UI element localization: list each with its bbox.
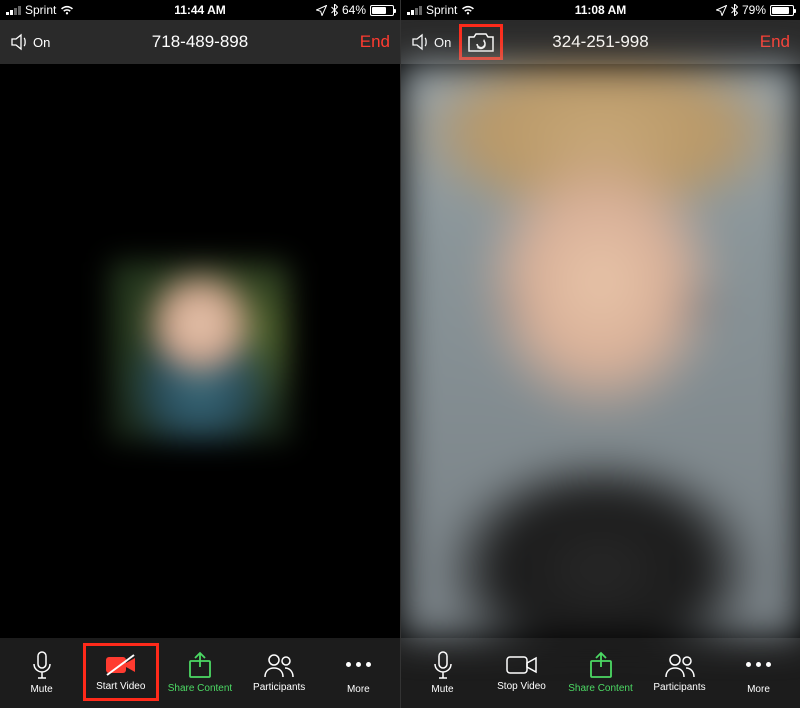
speaker-button[interactable]: On: [10, 33, 50, 51]
speaker-label: On: [33, 35, 50, 50]
meeting-id: 324-251-998: [552, 32, 648, 52]
video-icon: [505, 653, 539, 677]
video-label: Stop Video: [497, 681, 546, 692]
location-icon: [716, 5, 727, 16]
speaker-icon: [411, 33, 431, 51]
participants-icon: [262, 652, 296, 678]
mute-button[interactable]: Mute: [4, 643, 80, 701]
battery-icon: [770, 5, 794, 16]
toolbar: Mute Start Video Share Content Participa…: [0, 638, 400, 708]
battery-fill: [772, 7, 789, 14]
toolbar: Mute Stop Video Share Content Participan…: [401, 638, 800, 708]
more-button[interactable]: More: [320, 643, 396, 701]
microphone-icon: [29, 650, 55, 680]
status-left: Sprint: [6, 3, 74, 17]
more-button[interactable]: More: [721, 643, 797, 701]
status-bar: Sprint 11:08 AM 79%: [401, 0, 800, 20]
clock: 11:44 AM: [174, 3, 226, 17]
status-right: 79%: [716, 3, 794, 17]
app-header: On 324-251-998 End: [401, 20, 800, 64]
battery-icon: [370, 5, 394, 16]
battery-pct: 64%: [342, 3, 366, 17]
participants-icon: [663, 652, 697, 678]
battery-fill: [372, 7, 386, 14]
share-icon: [588, 651, 614, 679]
start-video-button[interactable]: Start Video: [83, 643, 159, 701]
microphone-icon: [430, 650, 456, 680]
carrier-label: Sprint: [25, 3, 56, 17]
more-icon: [346, 650, 371, 680]
participants-label: Participants: [653, 682, 705, 693]
clock: 11:08 AM: [575, 3, 627, 17]
signal-icon: [6, 5, 21, 15]
location-icon: [316, 5, 327, 16]
end-button[interactable]: End: [360, 32, 390, 52]
battery-pct: 79%: [742, 3, 766, 17]
status-left: Sprint: [407, 3, 475, 17]
video-area[interactable]: [401, 64, 800, 638]
participants-button[interactable]: Participants: [241, 643, 317, 701]
flip-camera-icon: [466, 30, 496, 54]
more-label: More: [347, 684, 370, 695]
bluetooth-icon: [731, 4, 738, 16]
phone-left: Sprint 11:44 AM 64% On 718-489-898 End: [0, 0, 400, 708]
share-content-button[interactable]: Share Content: [162, 643, 238, 701]
mute-label: Mute: [431, 684, 453, 695]
app-header: On 718-489-898 End: [0, 20, 400, 64]
more-label: More: [747, 684, 770, 695]
share-content-button[interactable]: Share Content: [563, 643, 639, 701]
bluetooth-icon: [331, 4, 338, 16]
status-bar: Sprint 11:44 AM 64%: [0, 0, 400, 20]
participants-label: Participants: [253, 682, 305, 693]
participant-avatar: [110, 261, 290, 441]
status-right: 64%: [316, 3, 394, 17]
end-button[interactable]: End: [760, 32, 790, 52]
more-icon: [746, 650, 771, 680]
phone-right: Sprint 11:08 AM 79% On 324-251-998 End: [400, 0, 800, 708]
self-video-feed: [401, 64, 800, 638]
stop-video-button[interactable]: Stop Video: [484, 643, 560, 701]
flip-camera-button[interactable]: [459, 24, 503, 60]
video-area[interactable]: [0, 64, 400, 638]
carrier-label: Sprint: [426, 3, 457, 17]
meeting-id: 718-489-898: [152, 32, 248, 52]
video-label: Start Video: [96, 681, 145, 692]
wifi-icon: [60, 5, 74, 15]
mute-button[interactable]: Mute: [405, 643, 481, 701]
speaker-icon: [10, 33, 30, 51]
speaker-label: On: [434, 35, 451, 50]
share-label: Share Content: [168, 683, 233, 694]
video-off-icon: [104, 653, 138, 677]
wifi-icon: [461, 5, 475, 15]
signal-icon: [407, 5, 422, 15]
share-label: Share Content: [568, 683, 633, 694]
speaker-button[interactable]: On: [411, 33, 451, 51]
participants-button[interactable]: Participants: [642, 643, 718, 701]
share-icon: [187, 651, 213, 679]
mute-label: Mute: [30, 684, 52, 695]
